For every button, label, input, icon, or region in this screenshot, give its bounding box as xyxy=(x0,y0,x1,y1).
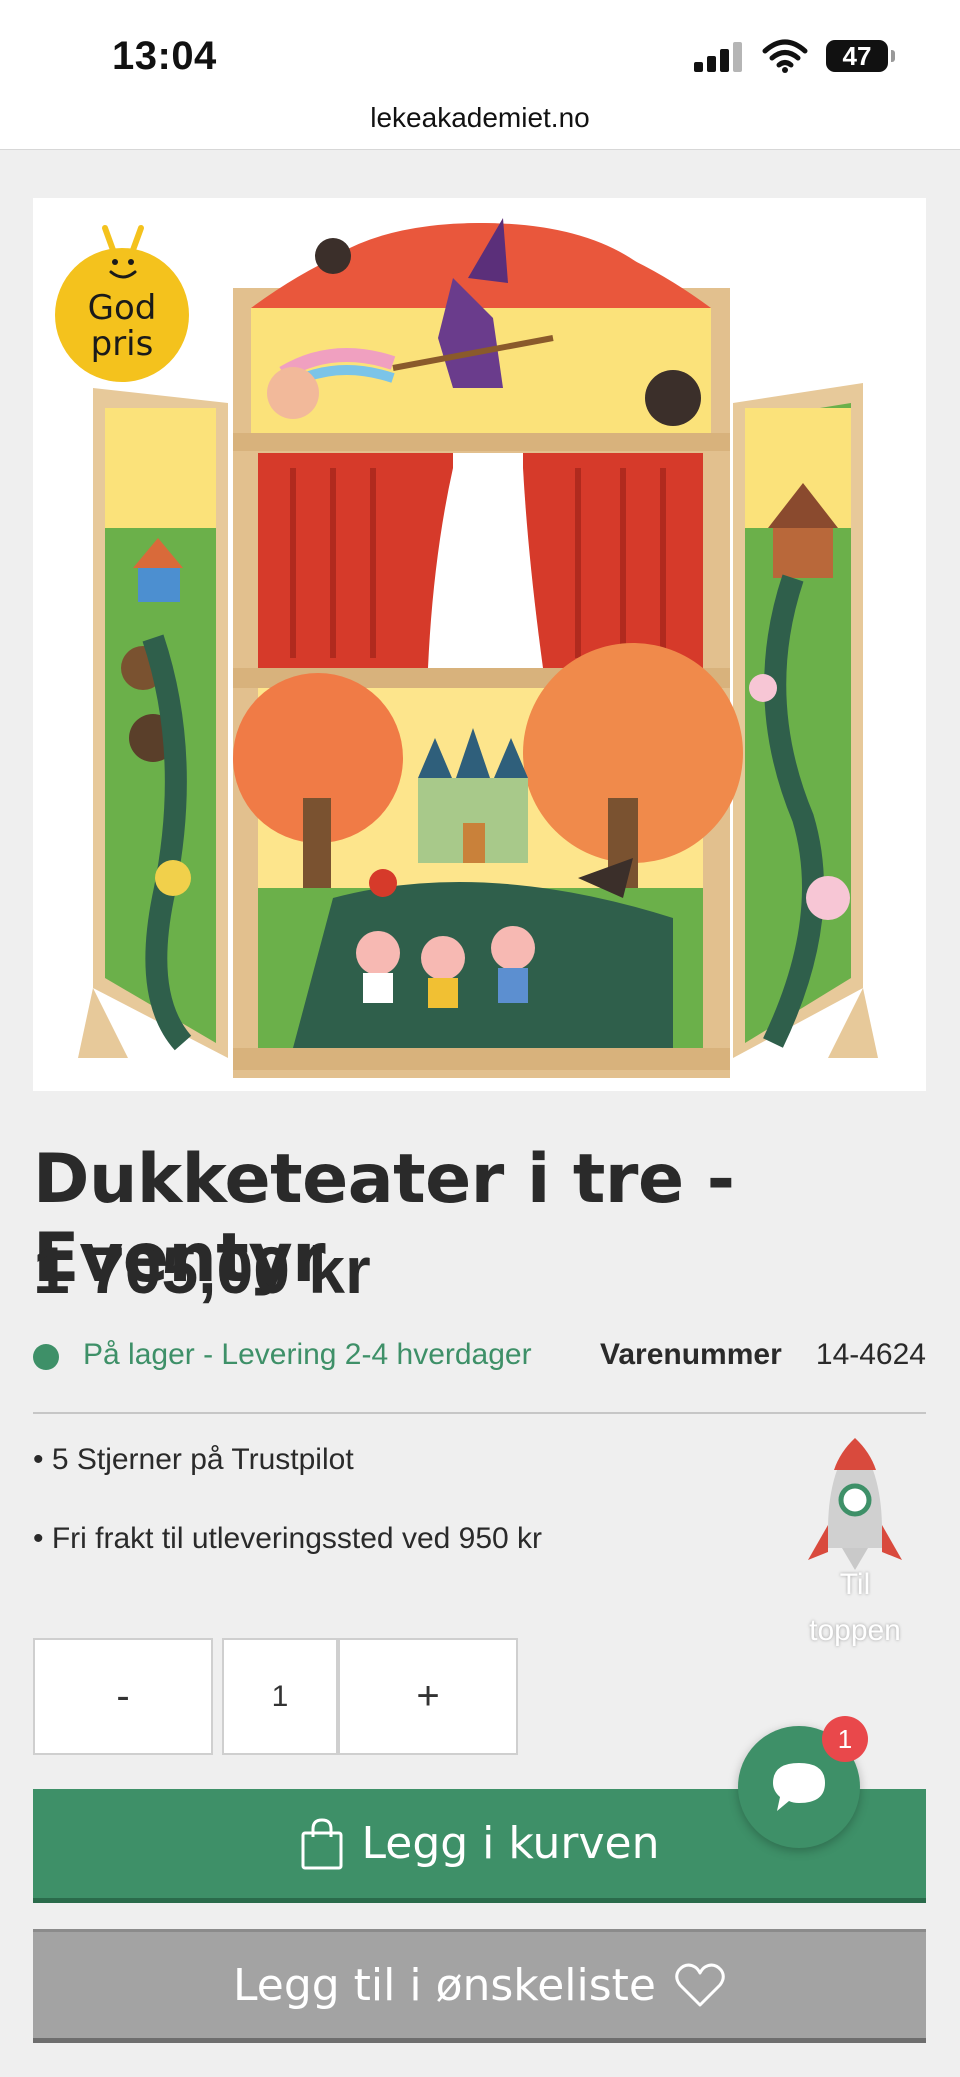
shopping-bag-icon xyxy=(301,1817,343,1869)
back-to-top-line-1: Til xyxy=(839,1568,871,1601)
signal-icon xyxy=(694,42,742,72)
stock-status: På lager - Levering 2-4 hverdager xyxy=(83,1338,532,1371)
status-icons: 47 xyxy=(694,36,895,76)
add-to-cart-label: Legg i kurven xyxy=(361,1818,660,1869)
back-to-top-line-2: toppen xyxy=(809,1614,901,1647)
smiley-icon xyxy=(102,225,144,279)
stock-row: På lager - Levering 2-4 hverdager Varenu… xyxy=(33,1336,926,1376)
chat-notification-badge: 1 xyxy=(822,1716,868,1762)
sku-label: Varenummer xyxy=(600,1338,782,1371)
divider xyxy=(33,1412,926,1414)
badge-line-1: God xyxy=(87,288,157,328)
usp-item-free-shipping: • Fri frakt til utleveringssted ved 950 … xyxy=(33,1522,543,1555)
usp-item-trustpilot: • 5 Stjerner på Trustpilot xyxy=(33,1443,354,1476)
wifi-icon xyxy=(762,39,808,73)
status-bar: 13:04 47 lekeakademiet.no xyxy=(0,0,960,150)
back-to-top-button[interactable]: Til toppen xyxy=(790,1562,920,1654)
sku-value: 14-4624 xyxy=(815,1338,926,1371)
god-pris-badge: God pris xyxy=(55,225,189,382)
clock: 13:04 xyxy=(112,34,217,78)
quantity-decrease-button[interactable]: - xyxy=(33,1638,213,1755)
quantity-input[interactable]: 1 xyxy=(222,1638,338,1755)
product-image[interactable]: God pris xyxy=(33,198,926,1091)
in-stock-dot-icon xyxy=(33,1344,59,1370)
product-price: 1 705,00 kr xyxy=(33,1233,371,1307)
heart-icon xyxy=(675,1963,725,2007)
badge-text: God pris xyxy=(55,290,189,362)
wishlist-label: Legg til i ønskeliste xyxy=(233,1959,656,2011)
battery-icon: 47 xyxy=(826,40,895,72)
quantity-increase-button[interactable]: + xyxy=(338,1638,518,1755)
add-to-wishlist-button[interactable]: Legg til i ønskeliste xyxy=(33,1929,926,2043)
badge-line-2: pris xyxy=(90,324,154,364)
chat-bubble-icon xyxy=(773,1763,825,1811)
address-bar-url[interactable]: lekeakademiet.no xyxy=(0,102,960,134)
